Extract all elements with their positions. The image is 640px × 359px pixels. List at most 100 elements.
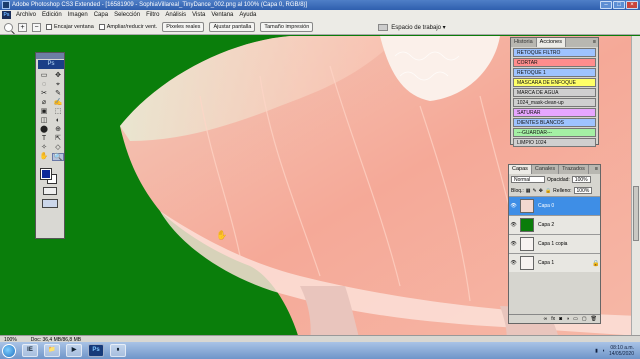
opacity-input[interactable]: 100% xyxy=(571,176,591,183)
layer-thumbnail[interactable] xyxy=(520,218,534,232)
fit-window-checkbox[interactable]: Encajar ventana xyxy=(46,24,94,30)
menu-filtro[interactable]: Filtro xyxy=(143,12,162,18)
action-row[interactable]: RETOQUE FILTRO xyxy=(513,48,596,57)
taskbar-folder-icon[interactable]: 📁 xyxy=(44,344,60,357)
layer-name[interactable]: Capa 1 copia xyxy=(538,241,600,247)
lock-all-icon[interactable]: 🔒 xyxy=(545,188,551,194)
action-row[interactable]: LIMPIO 1024 xyxy=(513,138,596,147)
actual-pixels-button[interactable]: Pixeles reales xyxy=(162,22,205,32)
menu-imagen[interactable]: Imagen xyxy=(65,12,91,18)
layer-style-icon[interactable]: fx xyxy=(551,316,555,322)
magic-wand-tool[interactable]: ⌖ xyxy=(52,81,64,89)
close-button[interactable]: × xyxy=(626,1,638,9)
foreground-color-swatch[interactable] xyxy=(40,168,52,180)
taskbar-media-icon[interactable]: ▶ xyxy=(66,344,82,357)
tools-panel-header[interactable] xyxy=(36,53,64,59)
new-layer-icon[interactable]: ▢ xyxy=(582,316,587,322)
shape-tool[interactable]: ◇ xyxy=(52,144,64,152)
action-row[interactable]: RETOQUE 1 xyxy=(513,68,596,77)
layer-row[interactable]: 👁 Capa 0 xyxy=(509,196,600,215)
layer-thumbnail[interactable] xyxy=(520,237,534,251)
maximize-button[interactable]: □ xyxy=(613,1,625,9)
panel-menu-icon[interactable]: ≡ xyxy=(593,38,598,47)
brush-tool[interactable]: ✍ xyxy=(52,99,64,107)
lock-move-icon[interactable]: ✥ xyxy=(539,188,543,194)
hand-tool[interactable]: ✋ xyxy=(38,153,50,161)
layer-row[interactable]: 👁 Capa 2 xyxy=(509,215,600,234)
taskbar-recorder-icon[interactable]: ⏸ xyxy=(110,344,126,357)
quick-mask-button[interactable] xyxy=(43,187,57,195)
menu-capa[interactable]: Capa xyxy=(91,12,111,18)
screen-mode-button[interactable] xyxy=(42,199,58,208)
scrollbar-thumb[interactable] xyxy=(633,186,639,241)
print-size-button[interactable]: Tamaño impresión xyxy=(260,22,314,32)
zoom-resize-checkbox[interactable]: Ampliar/reducir vent. xyxy=(98,24,157,30)
add-mask-icon[interactable]: ◙ xyxy=(559,316,562,322)
menu-analisis[interactable]: Análisis xyxy=(162,12,189,18)
action-row[interactable]: CORTAR xyxy=(513,58,596,67)
zoom-tool-icon[interactable] xyxy=(4,22,13,32)
layer-thumbnail[interactable] xyxy=(520,256,534,270)
layer-name[interactable]: Capa 1 xyxy=(538,260,592,266)
crop-tool[interactable]: ✂ xyxy=(38,90,50,98)
volume-icon[interactable]: ◖ xyxy=(602,348,605,354)
blur-tool[interactable]: ⬤ xyxy=(38,126,50,134)
menu-archivo[interactable]: Archivo xyxy=(13,12,39,18)
new-group-icon[interactable]: ▭ xyxy=(573,316,578,322)
visibility-eye-icon[interactable]: 👁 xyxy=(509,241,518,247)
start-button[interactable] xyxy=(2,343,16,358)
visibility-eye-icon[interactable]: 👁 xyxy=(509,203,518,209)
delete-layer-icon[interactable]: 🗑 xyxy=(591,316,597,322)
adjustment-layer-icon[interactable]: ◑ xyxy=(566,316,569,322)
fill-input[interactable]: 100% xyxy=(573,187,593,194)
tab-historia[interactable]: Historia xyxy=(511,38,537,47)
visibility-eye-icon[interactable]: 👁 xyxy=(509,222,518,228)
network-icon[interactable]: ▮ xyxy=(595,348,598,354)
lock-paint-icon[interactable]: ✎ xyxy=(533,188,537,194)
history-brush-tool[interactable]: ⬚ xyxy=(52,108,64,116)
action-row[interactable]: MARCA DE AGUA xyxy=(513,88,596,97)
pen-tool[interactable]: ✧ xyxy=(38,144,50,152)
layer-name[interactable]: Capa 2 xyxy=(538,222,600,228)
marquee-tool[interactable]: ▭ xyxy=(38,72,50,80)
layer-row[interactable]: 👁 Capa 1 🔒 xyxy=(509,253,600,272)
action-row[interactable]: SATURAR xyxy=(513,108,596,117)
menu-edicion[interactable]: Edición xyxy=(39,12,65,18)
fit-screen-button[interactable]: Ajustar pantalla xyxy=(209,22,256,32)
link-layers-icon[interactable]: ∞ xyxy=(544,316,548,322)
tab-capas[interactable]: Capas xyxy=(509,165,532,174)
layers-menu-icon[interactable]: ≡ xyxy=(595,165,600,174)
layer-row[interactable]: 👁 Capa 1 copia xyxy=(509,234,600,253)
layer-thumbnail[interactable] xyxy=(520,199,534,213)
lock-pixels-icon[interactable]: ▦ xyxy=(526,188,531,194)
healing-tool[interactable]: ⌀ xyxy=(38,99,50,107)
menu-seleccion[interactable]: Selección xyxy=(111,12,143,18)
type-tool[interactable]: T xyxy=(38,135,50,143)
dodge-tool[interactable]: ⊕ xyxy=(52,126,64,134)
menu-ventana[interactable]: Ventana xyxy=(208,12,236,18)
minimize-button[interactable]: – xyxy=(600,1,612,9)
tab-trazados[interactable]: Trazados xyxy=(559,165,589,174)
slice-tool[interactable]: ✎ xyxy=(52,90,64,98)
zoom-in-icon[interactable]: + xyxy=(18,22,27,32)
menu-vista[interactable]: Vista xyxy=(189,12,208,18)
stamp-tool[interactable]: ▣ xyxy=(38,108,50,116)
path-selection-tool[interactable]: ⇱ xyxy=(52,135,64,143)
blend-mode-select[interactable]: Normal xyxy=(511,176,545,183)
workspace-menu[interactable]: Espacio de trabajo ▾ xyxy=(378,23,446,31)
action-row[interactable]: ---GUARDAR--- xyxy=(513,128,596,137)
zoom-tool[interactable]: 🔍 xyxy=(52,153,64,161)
gradient-tool[interactable]: ◐ xyxy=(52,117,64,125)
clock[interactable]: 08:10 a.m. 14/05/2020 xyxy=(609,345,634,357)
move-tool[interactable]: ✥ xyxy=(52,72,64,80)
layer-name[interactable]: Capa 0 xyxy=(538,203,600,209)
zoom-out-icon[interactable]: − xyxy=(32,22,41,32)
menu-ayuda[interactable]: Ayuda xyxy=(236,12,259,18)
taskbar-photoshop-icon[interactable]: Ps xyxy=(88,344,104,357)
eraser-tool[interactable]: ◫ xyxy=(38,117,50,125)
vertical-scrollbar[interactable] xyxy=(631,36,640,342)
action-row[interactable]: MASCARA DE ENFOQUE xyxy=(513,78,596,87)
lasso-tool[interactable]: ◌ xyxy=(38,81,50,89)
action-row[interactable]: DIENTES BLANCOS xyxy=(513,118,596,127)
taskbar-browser-icon[interactable]: IE xyxy=(22,344,38,357)
